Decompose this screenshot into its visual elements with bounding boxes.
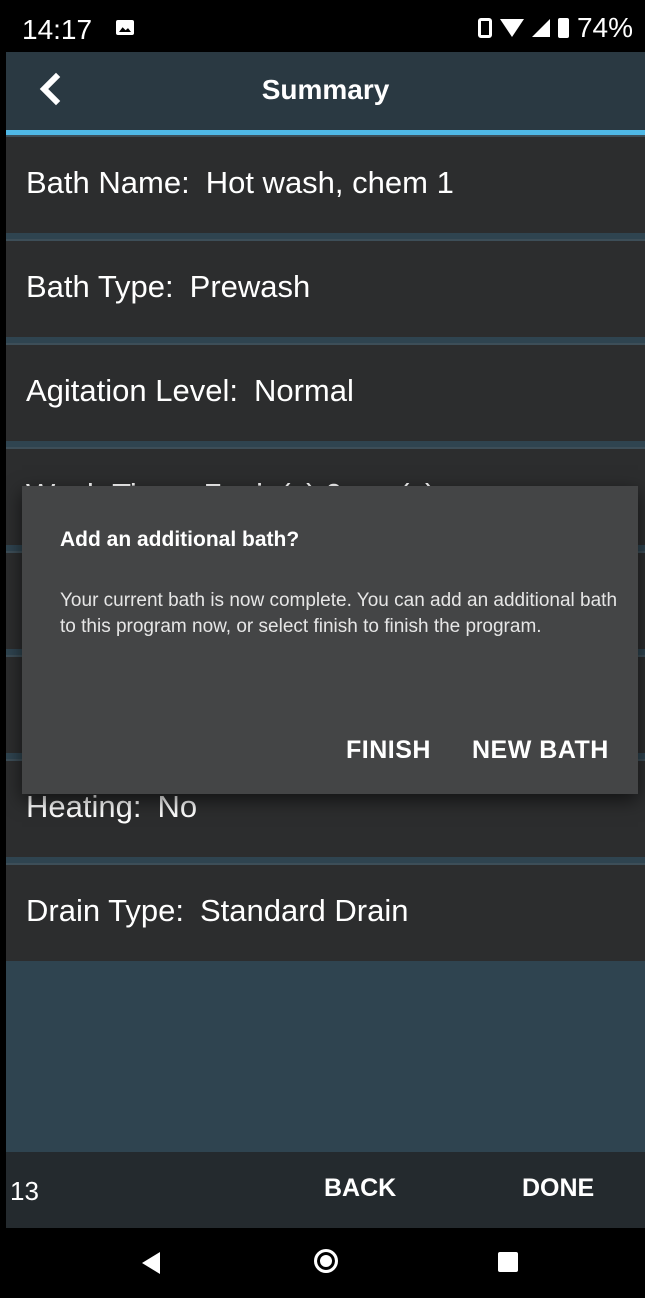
cell-signal-icon	[531, 19, 550, 37]
add-bath-dialog: Add an additional bath? Your current bat…	[22, 486, 638, 794]
status-time: 14:17	[22, 14, 93, 45]
page-number: 13	[10, 1176, 39, 1206]
summary-row-drain-type: Drain Type: Standard Drain	[6, 863, 645, 961]
row-value: Normal	[253, 373, 354, 408]
row-label: Heating:	[26, 789, 142, 824]
back-button[interactable]: BACK	[324, 1174, 396, 1203]
dialog-message: Your current bath is now complete. You c…	[60, 590, 618, 637]
battery-percent: 74%	[576, 12, 633, 43]
nav-home-icon[interactable]	[314, 1249, 338, 1273]
row-value: Standard Drain	[199, 893, 409, 928]
page-title: Summary	[261, 74, 390, 105]
image-notification-icon	[116, 20, 134, 35]
app-bar: Summary	[6, 52, 645, 130]
row-label: Bath Name:	[26, 165, 190, 200]
nav-back-icon[interactable]	[142, 1252, 160, 1274]
new-bath-button[interactable]: NEW BATH	[472, 736, 609, 765]
status-icons: 74%	[477, 12, 633, 44]
system-nav-bar	[6, 1228, 645, 1298]
status-bar: 14:17 74%	[6, 0, 645, 52]
app-frame: 14:17 74% Summary Bath Name: Hot wash, ch…	[6, 0, 645, 1298]
summary-row-bath-type: Bath Type: Prewash	[6, 239, 645, 337]
done-button[interactable]: DONE	[522, 1174, 594, 1203]
summary-row-agitation-level: Agitation Level: Normal	[6, 343, 645, 441]
bottom-bar: 13 BACK DONE	[6, 1152, 645, 1228]
vibrate-icon	[477, 18, 492, 38]
nav-recents-icon[interactable]	[498, 1252, 518, 1272]
summary-row-bath-name: Bath Name: Hot wash, chem 1	[6, 135, 645, 233]
row-value: Prewash	[189, 269, 311, 304]
battery-icon	[557, 18, 569, 38]
row-label: Drain Type:	[26, 893, 184, 928]
row-value: Hot wash, chem 1	[205, 165, 454, 200]
wifi-icon	[499, 19, 524, 37]
row-label: Agitation Level:	[26, 373, 238, 408]
row-value: No	[157, 789, 198, 824]
dialog-title: Add an additional bath?	[60, 528, 300, 551]
finish-button[interactable]: FINISH	[346, 736, 431, 765]
row-label: Bath Type:	[26, 269, 174, 304]
